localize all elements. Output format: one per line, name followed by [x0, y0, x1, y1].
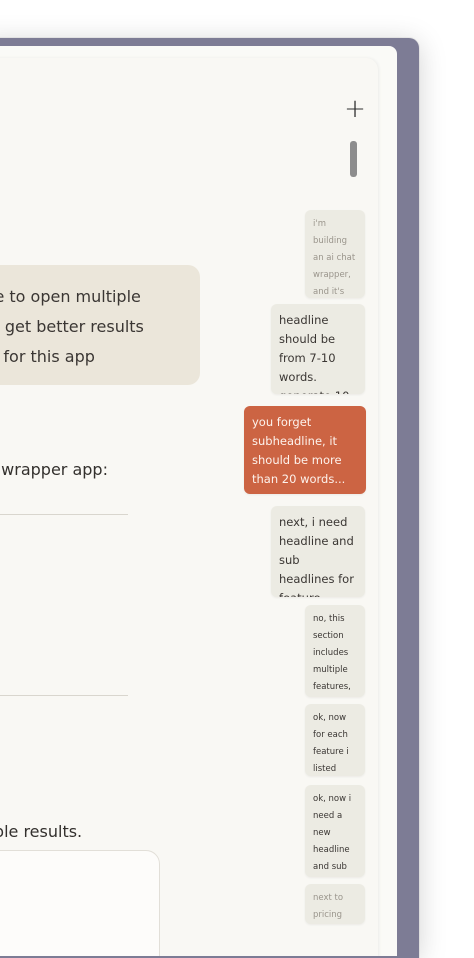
- app-content: + le to open multiple o get better resul…: [0, 46, 397, 956]
- history-item-text: no, this section includes multiple featu…: [313, 614, 351, 692]
- divider: [0, 695, 128, 696]
- history-item[interactable]: no, this section includes multiple featu…: [305, 605, 365, 697]
- user-message-line: s for this app: [0, 347, 95, 366]
- user-message-line: le to open multiple: [0, 287, 141, 306]
- history-item-text: next to pricing: [313, 893, 344, 920]
- history-item-text: i'm building an ai chat wrapper, and it'…: [313, 219, 356, 297]
- divider: [0, 514, 128, 515]
- history-item[interactable]: headline should be from 7-10 words. gene…: [271, 304, 365, 394]
- history-item-text: ok, now i need a new headline and sub he…: [313, 794, 352, 872]
- history-item[interactable]: ok, now i need a new headline and sub he…: [305, 785, 365, 877]
- new-chat-button[interactable]: +: [340, 94, 370, 124]
- user-message-line: o get better results: [0, 317, 144, 336]
- assistant-text-line: xible results.: [0, 822, 83, 841]
- history-item-active[interactable]: you forget subheadline, it should be mor…: [244, 406, 366, 494]
- history-item-text: ok, now for each feature i listed above,…: [313, 713, 349, 774]
- message-input[interactable]: [0, 850, 160, 956]
- history-item-text: you forget subheadline, it should be mor…: [252, 415, 346, 486]
- history-item[interactable]: i'm building an ai chat wrapper, and it'…: [305, 210, 365, 298]
- history-item[interactable]: next, i need headline and sub headlines …: [271, 506, 365, 597]
- history-item-text: headline should be from 7-10 words. gene…: [279, 313, 349, 394]
- history-item[interactable]: ok, now for each feature i listed above,…: [305, 704, 365, 776]
- plus-icon: +: [344, 94, 366, 124]
- scrollbar-thumb[interactable]: [350, 141, 357, 177]
- user-message-bubble: le to open multiple o get better results…: [0, 265, 200, 385]
- history-item[interactable]: next to pricing: [305, 884, 365, 924]
- history-item-text: next, i need headline and sub headlines …: [279, 515, 354, 597]
- app-window: + le to open multiple o get better resul…: [0, 38, 419, 958]
- assistant-text-line: at wrapper app:: [0, 460, 108, 479]
